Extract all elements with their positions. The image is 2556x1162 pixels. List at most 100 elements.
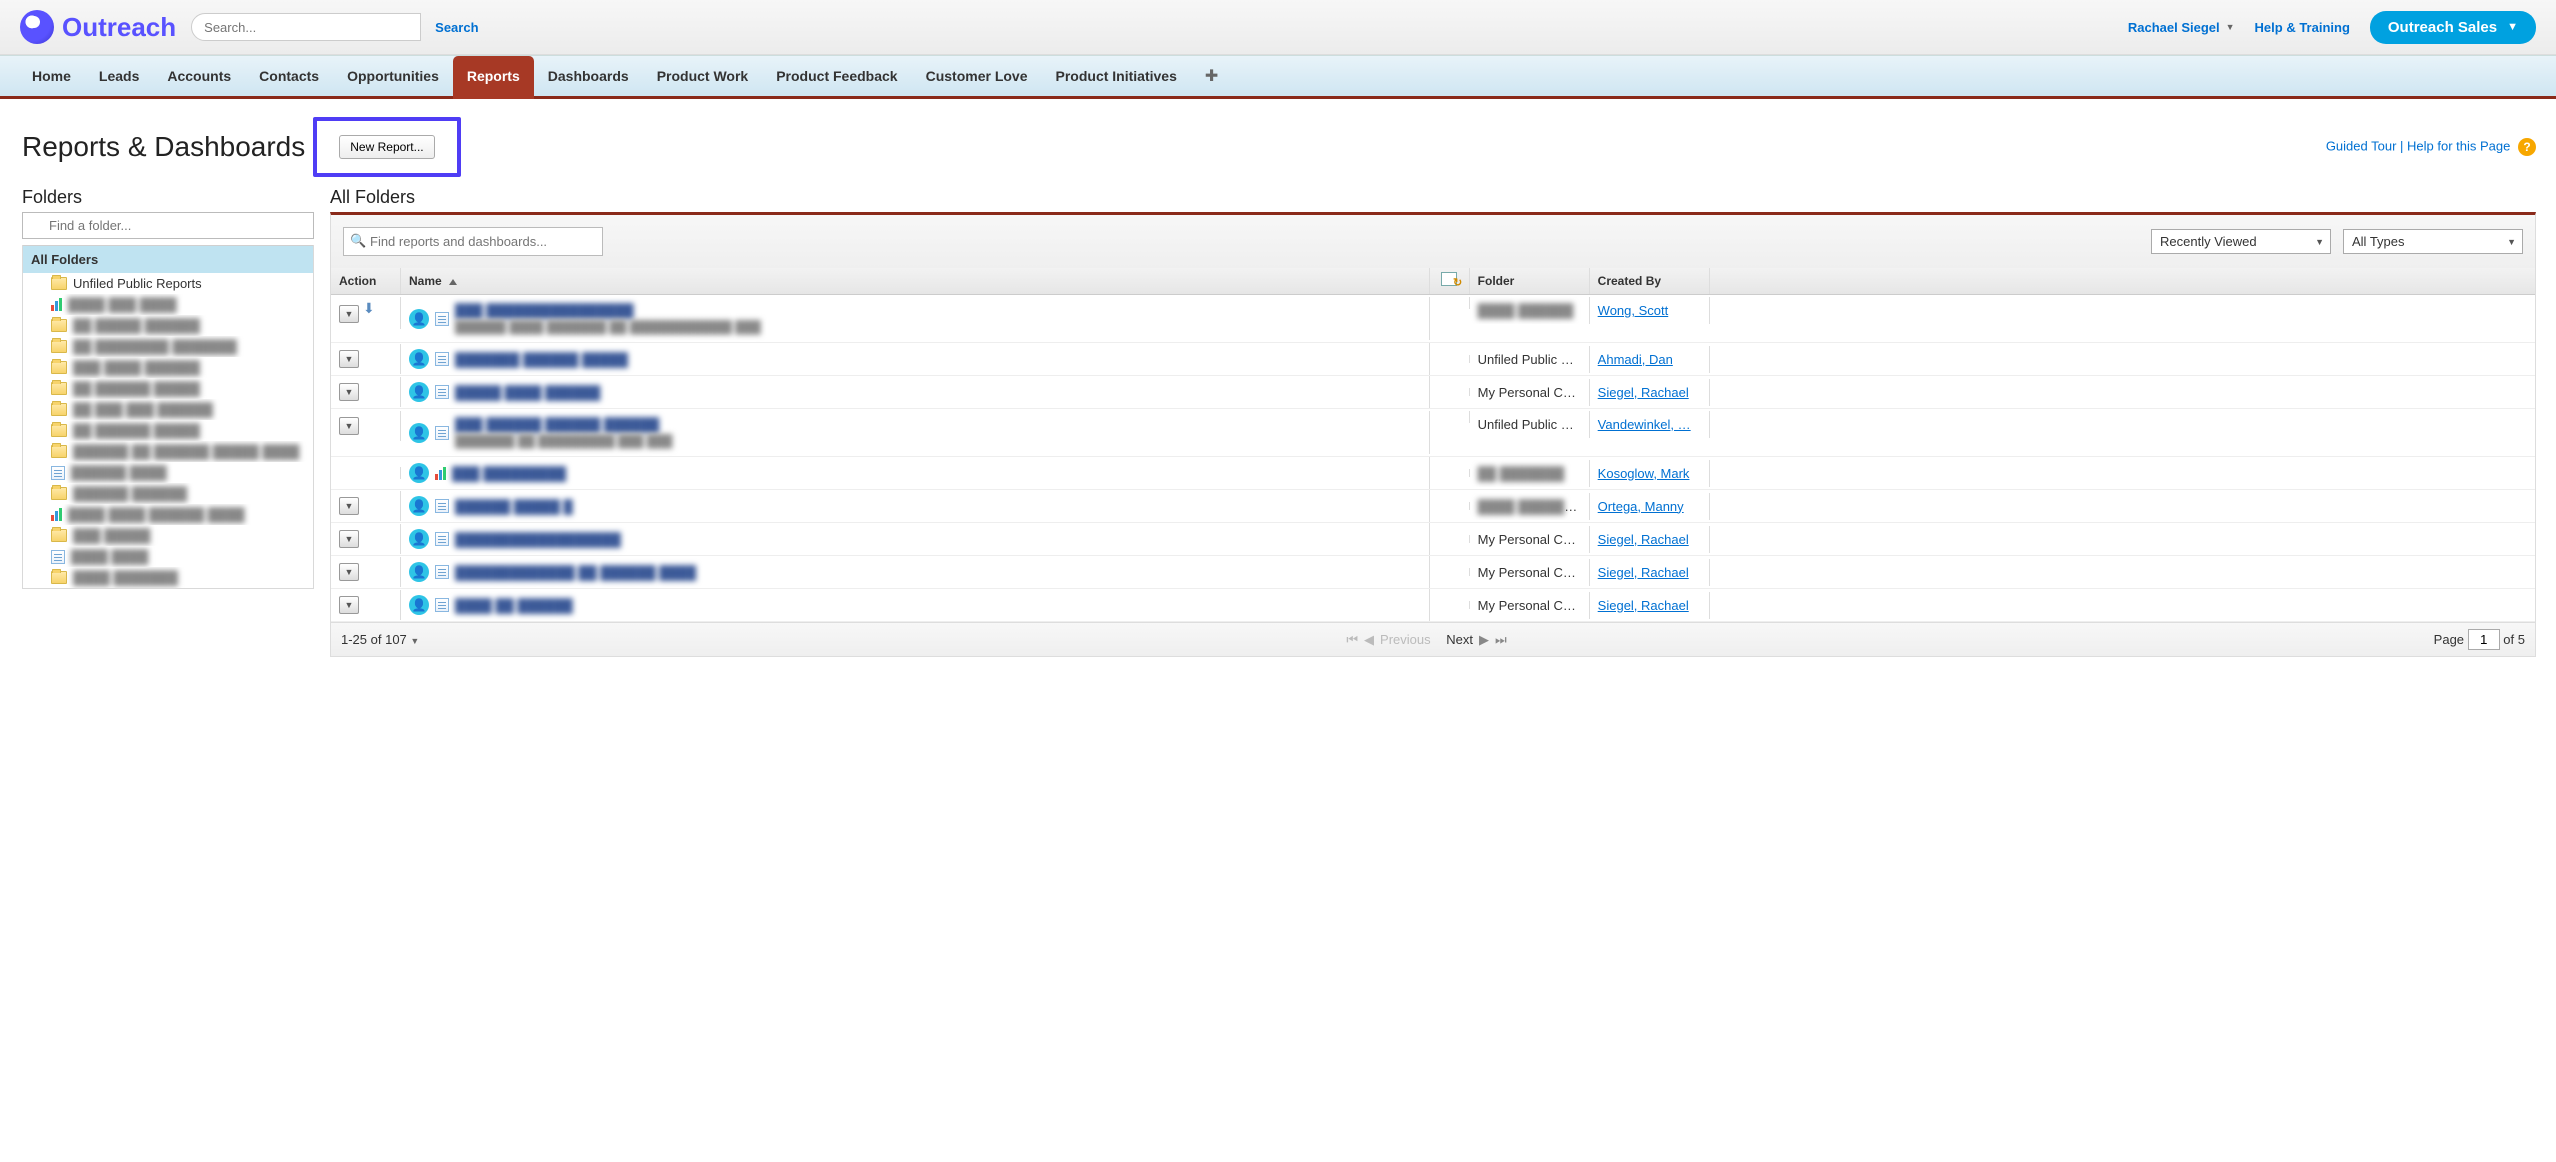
cell-name[interactable]: 👤████ ██ ██████ [401,589,1430,621]
folder-item[interactable]: ██ ███ ███ ██████ [23,399,313,420]
folder-item[interactable]: ████ ███████ [23,567,313,588]
nav-tab-leads[interactable]: Leads [85,56,153,96]
page-number-input[interactable] [2468,629,2500,650]
folder-item[interactable]: ██ █████ ██████ [23,315,313,336]
creator-link[interactable]: Ortega, Manny [1598,499,1684,514]
user-menu[interactable]: Rachael Siegel ▼ [2128,20,2235,35]
nav-tab-accounts[interactable]: Accounts [153,56,245,96]
prev-page-icon[interactable]: ◀ [1364,632,1374,648]
creator-link[interactable]: Siegel, Rachael [1598,598,1689,613]
next-page-icon[interactable]: ▶ [1479,632,1489,648]
folder-item[interactable]: ███ █████ [23,525,313,546]
folder-icon [51,424,67,437]
cell-name[interactable]: 👤█████ ████ ██████ [401,376,1430,408]
owner-avatar-icon: 👤 [409,463,429,483]
page-title: Reports & Dashboards [22,131,305,163]
search-button[interactable]: Search [421,13,492,41]
creator-link[interactable]: Ahmadi, Dan [1598,352,1673,367]
creator-link[interactable]: Kosoglow, Mark [1598,466,1690,481]
creator-link[interactable]: Siegel, Rachael [1598,565,1689,580]
last-page-icon[interactable]: ⏭ [1495,632,1507,648]
view-filter-select[interactable]: Recently Viewed [2151,229,2331,254]
new-report-button[interactable]: New Report... [339,135,434,159]
creator-link[interactable]: Siegel, Rachael [1598,532,1689,547]
folder-item[interactable]: ██████ ██████ [23,483,313,504]
row-action-menu[interactable]: ▼ [339,305,359,323]
cell-action: ▼ [331,297,401,329]
nav-tab-dashboards[interactable]: Dashboards [534,56,643,96]
app-logo[interactable]: Outreach [20,10,176,44]
folder-icon [51,361,67,374]
creator-link[interactable]: Wong, Scott [1598,303,1669,318]
nav-tab-home[interactable]: Home [18,56,85,96]
folder-item[interactable]: ██ ████████ ███████ [23,336,313,357]
folder-item[interactable]: ██ ██████ █████ [23,378,313,399]
find-reports-input[interactable] [343,227,603,256]
folder-item[interactable]: ██████ ████ [23,462,313,483]
cell-schedule [1430,388,1470,396]
table-row: ▼👤███████ ██████ █████Unfiled Public …Ah… [331,343,2535,376]
type-filter-select[interactable]: All Types [2343,229,2523,254]
folder-item[interactable]: ██████ ██ ██████ █████ ████ [23,441,313,462]
row-action-menu[interactable]: ▼ [339,530,359,548]
guided-tour-link[interactable]: Guided Tour [2326,138,2397,153]
col-created-by-header[interactable]: Created By [1590,268,1710,294]
creator-link[interactable]: Vandewinkel, … [1598,417,1691,432]
row-action-menu[interactable]: ▼ [339,563,359,581]
folder-item[interactable]: ████ ████ ██████ ████ [23,504,313,525]
cell-created-by: Siegel, Rachael [1590,526,1710,553]
cell-name[interactable]: 👤███ █████████ [401,457,1430,489]
cell-name[interactable]: 👤██████ █████ █ [401,490,1430,522]
search-input[interactable] [191,13,421,41]
row-action-menu[interactable]: ▼ [339,417,359,435]
previous-link[interactable]: Previous [1380,632,1431,647]
folder-item[interactable]: ██ ██████ █████ [23,420,313,441]
nav-tab-product-feedback[interactable]: Product Feedback [762,56,911,96]
folder-label: ███ █████ [73,528,150,543]
table-row: ▼ 👤███ ██████ ██████ █████████████ ██ ███… [331,409,2535,457]
range-selector[interactable]: 1-25 of 107 ▼ [341,632,419,647]
cell-extra [1710,353,2535,365]
row-action-menu[interactable]: ▼ [339,596,359,614]
cell-action: ▼ [331,590,401,620]
col-name-header[interactable]: Name [401,268,1430,294]
col-folder-header[interactable]: Folder [1470,268,1590,294]
cell-name[interactable]: 👤███ ██████ ██████ █████████████ ██ ████… [401,411,1430,454]
col-schedule-header[interactable] [1430,268,1470,294]
nav-tab-product-initiatives[interactable]: Product Initiatives [1042,56,1191,96]
first-page-icon[interactable]: ⏮ [1346,632,1358,648]
report-description: ██████ ████ ███████ ██ ████████████ ███ [455,320,761,334]
nav-tab-contacts[interactable]: Contacts [245,56,333,96]
folder-item[interactable]: Unfiled Public Reports [23,273,313,294]
cell-name[interactable]: 👤█████████████ ██ ██████ ████ [401,556,1430,588]
report-name: █████ ████ ██████ [455,385,600,400]
folder-item[interactable]: ███ ████ ██████ [23,357,313,378]
schedule-icon [1441,272,1457,286]
download-icon[interactable] [363,303,379,317]
row-action-menu[interactable]: ▼ [339,383,359,401]
help-training-link[interactable]: Help & Training [2255,20,2350,35]
folder-item[interactable]: ████ ████ [23,546,313,567]
nav-tab-customer-love[interactable]: Customer Love [912,56,1042,96]
help-icon[interactable]: ? [2518,138,2536,156]
report-name: ███ ██████ ██████ ██████ [455,417,672,432]
col-action-header[interactable]: Action [331,268,401,294]
creator-link[interactable]: Siegel, Rachael [1598,385,1689,400]
nav-tab-product-work[interactable]: Product Work [643,56,763,96]
cell-created-by: Siegel, Rachael [1590,559,1710,586]
folder-root[interactable]: All Folders [23,245,313,273]
help-for-page-link[interactable]: Help for this Page [2407,138,2510,153]
nav-tab-opportunities[interactable]: Opportunities [333,56,453,96]
nav-tab-reports[interactable]: Reports [453,56,534,99]
next-link[interactable]: Next [1446,632,1473,647]
cell-name[interactable]: 👤██████████████████ [401,523,1430,555]
find-folder-input[interactable] [22,212,314,239]
row-action-menu[interactable]: ▼ [339,350,359,368]
row-action-menu[interactable]: ▼ [339,497,359,515]
folder-label: ████ ███ ████ [68,297,177,312]
app-switcher[interactable]: Outreach Sales ▼ [2370,11,2536,44]
cell-name[interactable]: 👤███████ ██████ █████ [401,343,1430,375]
cell-name[interactable]: 👤███ ██████████████████████ ████ ███████… [401,297,1430,340]
add-tab-button[interactable]: ✚ [1191,56,1232,96]
folder-item[interactable]: ████ ███ ████ [23,294,313,315]
